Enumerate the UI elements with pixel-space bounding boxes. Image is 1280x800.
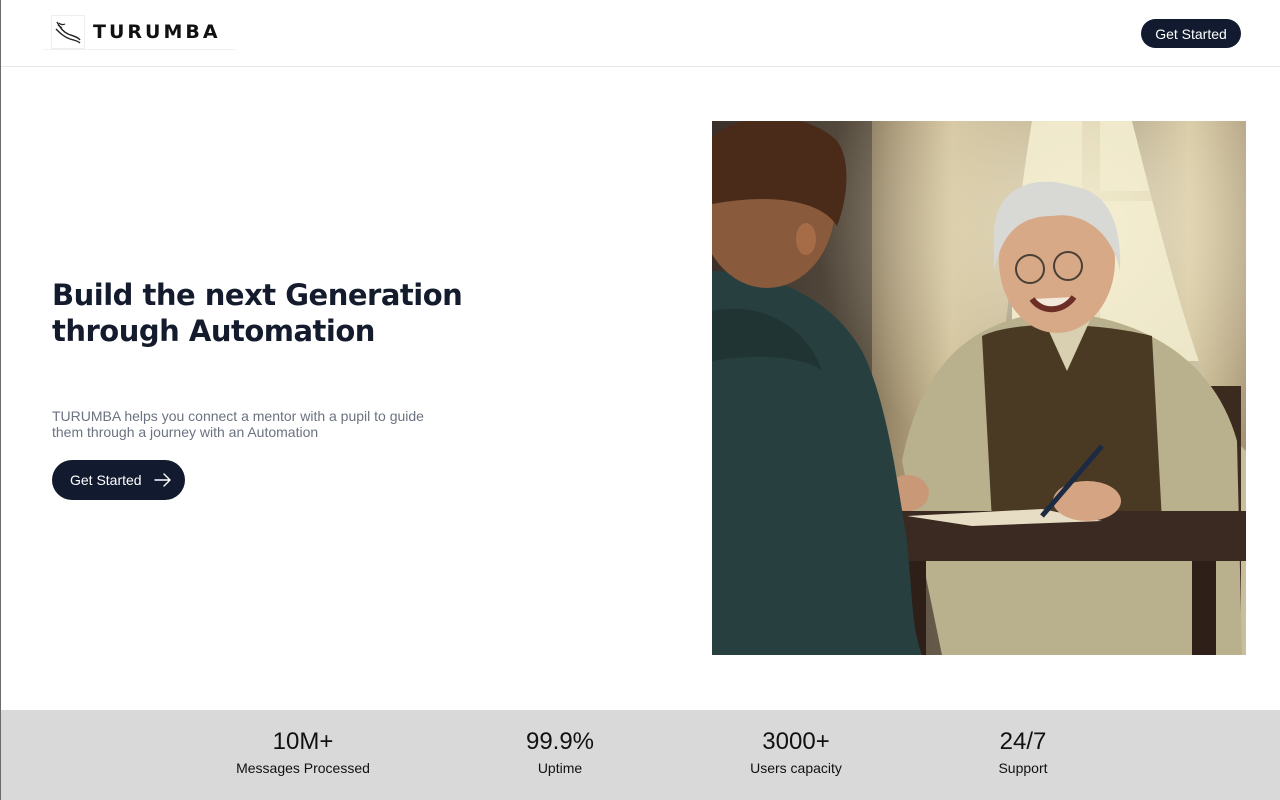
mentor-pupil-illustration: [712, 121, 1246, 655]
stat-users: 3000+ Users capacity: [706, 728, 886, 777]
stat-value: 99.9%: [525, 728, 595, 755]
arrow-right-icon: [153, 473, 172, 487]
stat-value: 10M+: [272, 728, 334, 755]
hero-subtitle: TURUMBA helps you connect a mentor with …: [52, 408, 424, 440]
hero-cta-label: Get Started: [70, 472, 142, 488]
stat-label: Messages Processed: [236, 760, 370, 776]
stat-support: 24/7 Support: [933, 728, 1113, 777]
brand-name: TURUMBA: [93, 20, 221, 43]
hero-get-started-button[interactable]: Get Started: [52, 460, 185, 500]
stat-label: Uptime: [537, 760, 583, 776]
stats-band: 10M+ Messages Processed 99.9% Uptime 300…: [1, 710, 1280, 800]
top-nav: TURUMBA Get Started: [1, 0, 1280, 67]
stat-value: 24/7: [999, 728, 1047, 755]
stat-value: 3000+: [762, 728, 830, 755]
stat-uptime: 99.9% Uptime: [470, 728, 650, 777]
header-get-started-button[interactable]: Get Started: [1141, 19, 1241, 48]
hero-title: Build the next Generation through Automa…: [52, 278, 463, 348]
hand-feather-logo-icon: [51, 14, 85, 49]
stat-messages: 10M+ Messages Processed: [213, 728, 393, 777]
stat-label: Support: [998, 760, 1048, 776]
stat-label: Users capacity: [750, 760, 842, 776]
brand-logo[interactable]: TURUMBA: [43, 14, 235, 50]
